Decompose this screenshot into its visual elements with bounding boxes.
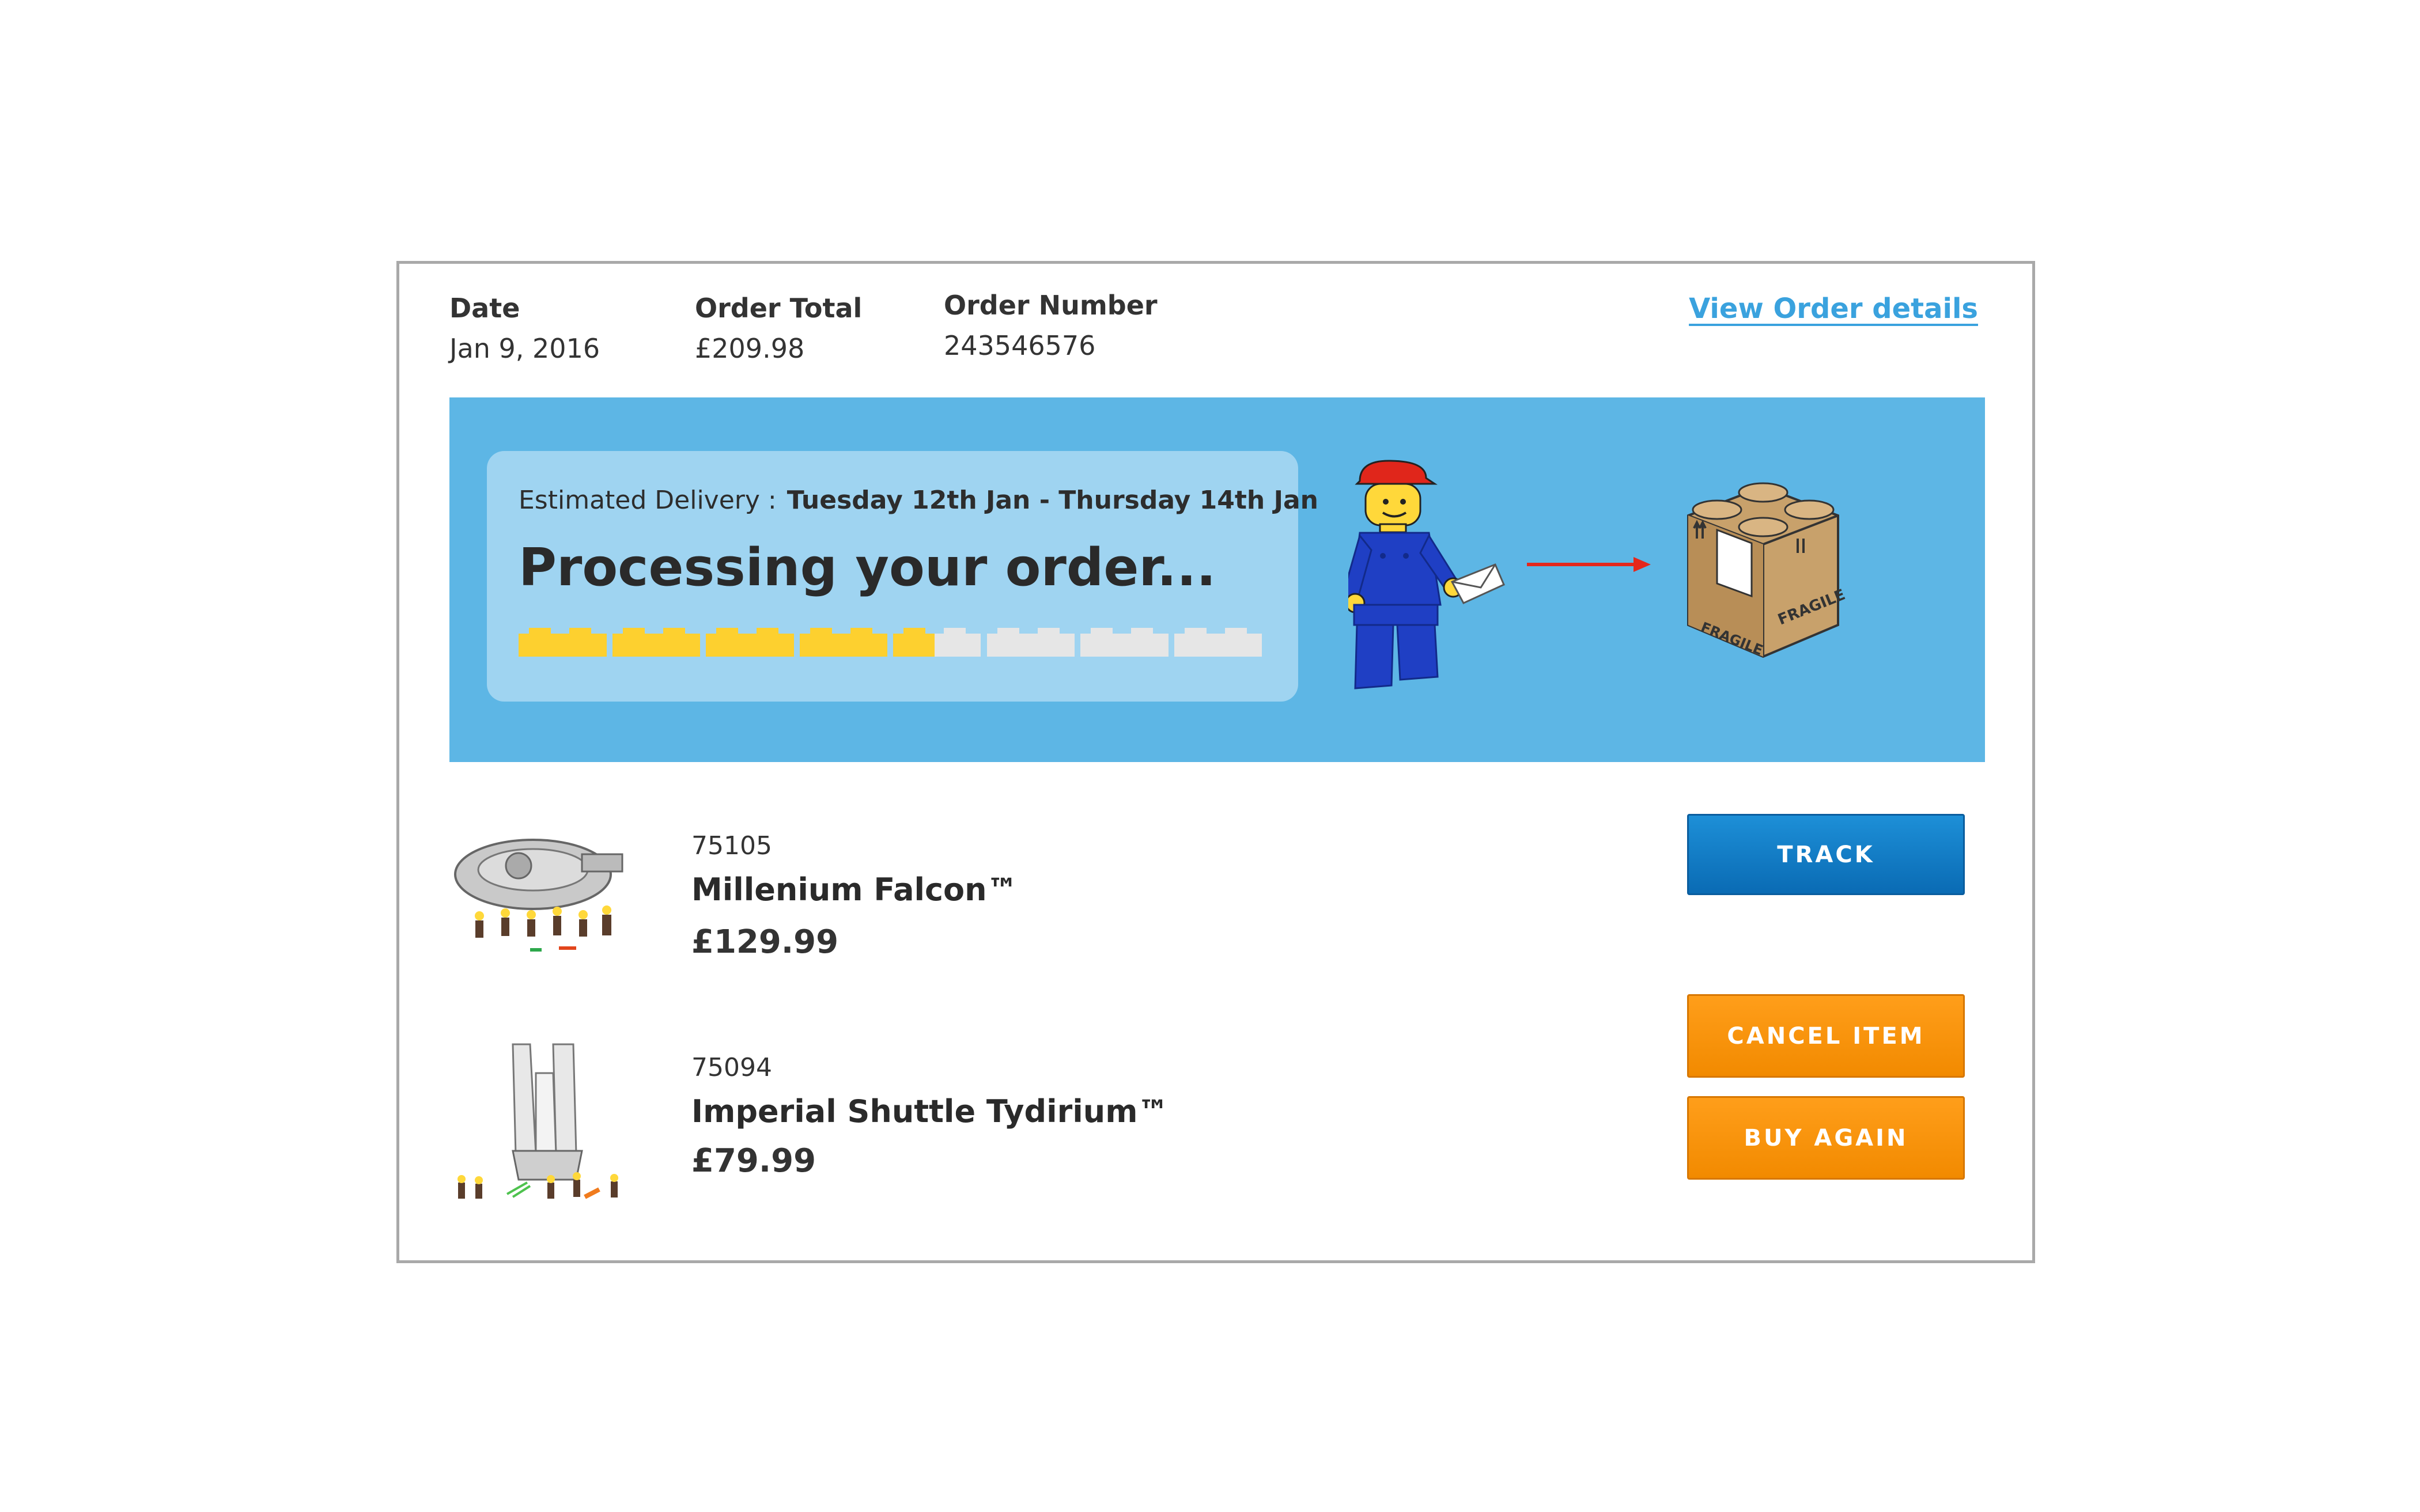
progress-brick bbox=[1080, 628, 1169, 657]
product-name[interactable]: Millenium Falcon™ bbox=[691, 871, 1018, 908]
estimated-delivery-label: Estimated Delivery : bbox=[519, 486, 777, 515]
status-panel: Estimated Delivery : Tuesday 12th Jan - T… bbox=[487, 451, 1318, 702]
buy-again-button[interactable]: BUY AGAIN bbox=[1687, 1096, 1965, 1180]
fragile-box-icon: FRAGILE FRAGILE bbox=[1687, 482, 1848, 658]
product-sku: 75094 bbox=[691, 1053, 772, 1082]
date-label: Date bbox=[449, 293, 520, 324]
product-name[interactable]: Imperial Shuttle Tydirium™ bbox=[691, 1093, 1169, 1130]
progress-brick bbox=[519, 628, 607, 657]
progress-brick bbox=[706, 628, 794, 657]
order-total-label: Order Total bbox=[695, 293, 863, 324]
status-heading: Processing your order... bbox=[519, 537, 1216, 598]
estimated-delivery-dates: Tuesday 12th Jan - Thursday 14th Jan bbox=[786, 486, 1318, 515]
progress-bricks bbox=[519, 628, 1262, 657]
product-sku: 75105 bbox=[691, 831, 772, 861]
product-price: £79.99 bbox=[691, 1142, 816, 1180]
arrow-right-icon bbox=[1527, 557, 1651, 572]
order-progress-bar bbox=[519, 628, 1262, 657]
postman-minifigure-icon bbox=[1348, 460, 1505, 689]
order-total-value: £209.98 bbox=[695, 333, 805, 364]
imperial-shuttle-set-image bbox=[457, 1043, 618, 1199]
progress-brick bbox=[799, 628, 887, 657]
track-button[interactable]: TRACK bbox=[1687, 814, 1965, 895]
view-order-details-link[interactable]: View Order details bbox=[1689, 293, 1978, 325]
estimated-delivery: Estimated Delivery : Tuesday 12th Jan - T… bbox=[519, 486, 1318, 515]
cancel-item-button[interactable]: CANCEL ITEM bbox=[1687, 994, 1965, 1078]
delivery-status-banner: Estimated Delivery : Tuesday 12th Jan - T… bbox=[449, 397, 1985, 762]
date-value: Jan 9, 2016 bbox=[449, 333, 600, 364]
delivery-illustration: FRAGILE FRAGILE bbox=[1348, 460, 1848, 689]
progress-brick bbox=[893, 628, 981, 657]
progress-brick bbox=[612, 628, 700, 657]
order-card: Date Jan 9, 2016 Order Total £209.98 Ord… bbox=[396, 261, 2035, 1263]
progress-brick bbox=[986, 628, 1075, 657]
progress-brick bbox=[1174, 628, 1262, 657]
product-price: £129.99 bbox=[691, 923, 839, 961]
order-number-label: Order Number bbox=[944, 290, 1158, 321]
order-number-value: 243546576 bbox=[944, 330, 1096, 361]
millennium-falcon-set-image bbox=[454, 839, 623, 952]
